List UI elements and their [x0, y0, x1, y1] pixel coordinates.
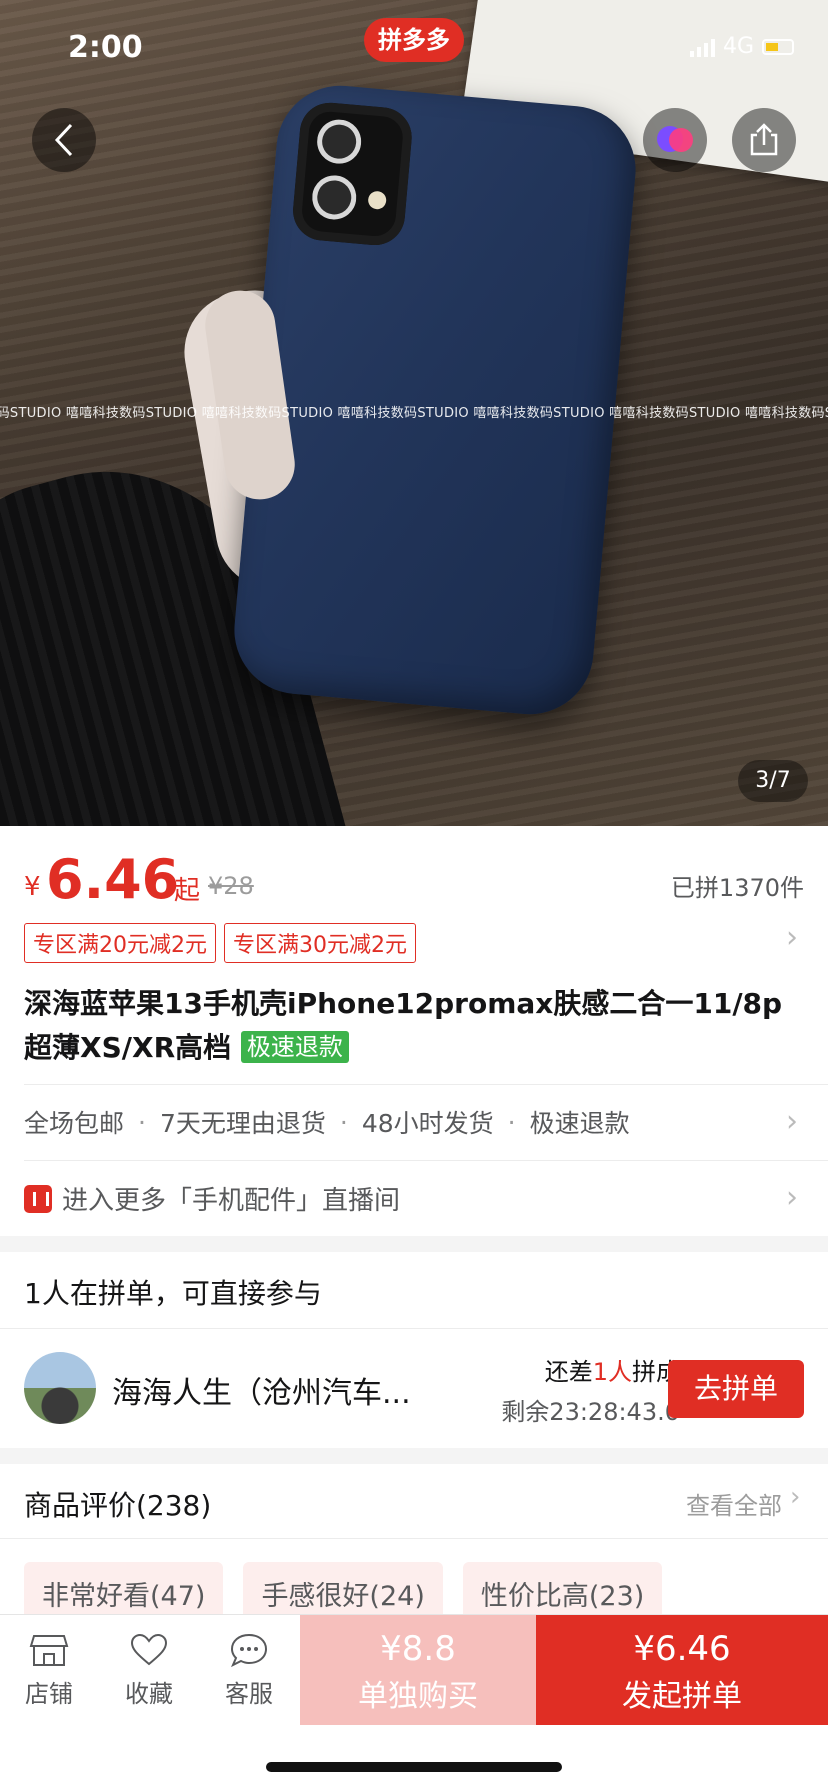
avatar: [24, 1352, 96, 1424]
group-heading: 1人在拼单，可直接参与: [24, 1277, 322, 1310]
need-prefix: 还差: [544, 1358, 593, 1386]
battery-icon: [762, 38, 794, 55]
currency-symbol: ¥: [24, 872, 41, 902]
back-button[interactable]: [32, 108, 96, 172]
home-indicator[interactable]: [266, 1762, 562, 1772]
group-countdown: 剩余23:28:43.0: [501, 1398, 680, 1426]
view-all-reviews-link[interactable]: 查看全部: [686, 1486, 782, 1521]
ai-assistant-button[interactable]: [643, 108, 707, 172]
group-row[interactable]: 海海人生（沧州汽车... 还差1人拼成 剩余23:28:43.0 去拼单: [24, 1352, 804, 1428]
join-group-button[interactable]: 去拼单: [668, 1360, 804, 1418]
service-label: 客服: [225, 1679, 273, 1708]
image-watermark: 技数码STUDIO 嘻嘻科技数码STUDIO 嘻嘻科技数码STUDIO 嘻嘻科技…: [0, 406, 828, 421]
price-row: ¥ 6.46 起 ¥28 已拼1370件: [24, 848, 804, 912]
group-user-name: 海海人生（沧州汽车...: [112, 1376, 411, 1411]
store-icon: [29, 1634, 69, 1666]
chevron-right-icon[interactable]: ›: [786, 920, 798, 955]
alone-label: 单独购买: [358, 1679, 478, 1714]
original-price: ¥28: [208, 872, 254, 900]
heart-icon: [130, 1633, 168, 1665]
status-icons: 4G: [689, 34, 794, 59]
service-item: 48小时发货: [361, 1109, 494, 1138]
reviews-heading: 商品评价(238): [24, 1489, 212, 1522]
live-label: 进入更多「手机配件」直播间: [62, 1186, 401, 1216]
divider: [24, 1160, 828, 1161]
section-gap: [0, 1448, 828, 1464]
service-item: 7天无理由退货: [159, 1109, 326, 1138]
store-label: 店铺: [25, 1679, 73, 1708]
product-title-text: 深海蓝苹果13手机壳iPhone12promax肤感二合一11/8p超薄XS/X…: [24, 987, 783, 1064]
group-need: 还差1人拼成: [500, 1352, 680, 1387]
group-price: ¥6.46: [633, 1629, 731, 1669]
coupon[interactable]: 专区满30元减2元: [224, 923, 416, 963]
coupon-list[interactable]: 专区满20元减2元 专区满30元减2元: [24, 923, 416, 963]
favorite-tab[interactable]: 收藏: [100, 1615, 198, 1725]
camera-lens: [310, 173, 359, 222]
alone-price: ¥8.8: [380, 1629, 456, 1669]
product-image[interactable]: 技数码STUDIO 嘻嘻科技数码STUDIO 嘻嘻科技数码STUDIO 嘻嘻科技…: [0, 0, 828, 826]
divider: [24, 1084, 828, 1085]
separator-dot: ·: [339, 1107, 348, 1137]
service-item: 极速退款: [529, 1109, 630, 1138]
coupon[interactable]: 专区满20元减2元: [24, 923, 216, 963]
image-counter: 3/7: [738, 760, 808, 802]
separator-dot: ·: [507, 1107, 516, 1137]
product-title: 深海蓝苹果13手机壳iPhone12promax肤感二合一11/8p超薄XS/X…: [24, 982, 804, 1070]
price-suffix: 起: [174, 876, 201, 906]
back-arrow-icon: [54, 123, 73, 157]
phone-case: [229, 80, 641, 720]
live-room-link[interactable]: 进入更多「手机配件」直播间: [24, 1180, 400, 1217]
status-time: 2:00: [68, 30, 143, 65]
need-count: 1人: [592, 1358, 632, 1386]
start-group-button[interactable]: ¥6.46 发起拼单: [536, 1615, 828, 1725]
divider: [0, 1328, 828, 1329]
chevron-right-icon[interactable]: ›: [786, 1180, 798, 1215]
price: 6.46: [46, 848, 180, 911]
service-item: 全场包邮: [24, 1109, 125, 1138]
divider: [0, 1538, 828, 1539]
sold-count: 已拼1370件: [670, 874, 804, 902]
store-tab[interactable]: 店铺: [0, 1615, 98, 1725]
chat-icon: [230, 1633, 268, 1667]
bottom-action-bar: 店铺 收藏 客服 ¥8.8 单独购买 ¥6.46 发起拼单: [0, 1614, 828, 1725]
camera-lens: [315, 117, 363, 166]
fast-refund-tag: 极速退款: [240, 1031, 349, 1063]
network-label: 4G: [722, 34, 754, 59]
share-button[interactable]: [732, 108, 796, 172]
chevron-right-icon[interactable]: ›: [786, 1104, 798, 1139]
ai-assistant-icon: [657, 126, 693, 154]
chevron-right-icon[interactable]: ›: [790, 1482, 800, 1512]
service-tab[interactable]: 客服: [200, 1615, 298, 1725]
buy-alone-button[interactable]: ¥8.8 单独购买: [300, 1615, 536, 1725]
favorite-label: 收藏: [125, 1679, 173, 1708]
group-label: 发起拼单: [622, 1679, 742, 1714]
share-icon: [750, 123, 778, 156]
signal-icon: [689, 37, 715, 57]
camera-module: [290, 100, 415, 248]
service-promises[interactable]: 全场包邮 · 7天无理由退货 · 48小时发货 · 极速退款: [24, 1104, 630, 1140]
section-gap: [0, 1236, 828, 1252]
separator-dot: ·: [138, 1107, 146, 1137]
brand-badge: 拼多多: [364, 18, 464, 62]
camera-flash: [367, 190, 387, 210]
live-icon: [24, 1184, 52, 1213]
